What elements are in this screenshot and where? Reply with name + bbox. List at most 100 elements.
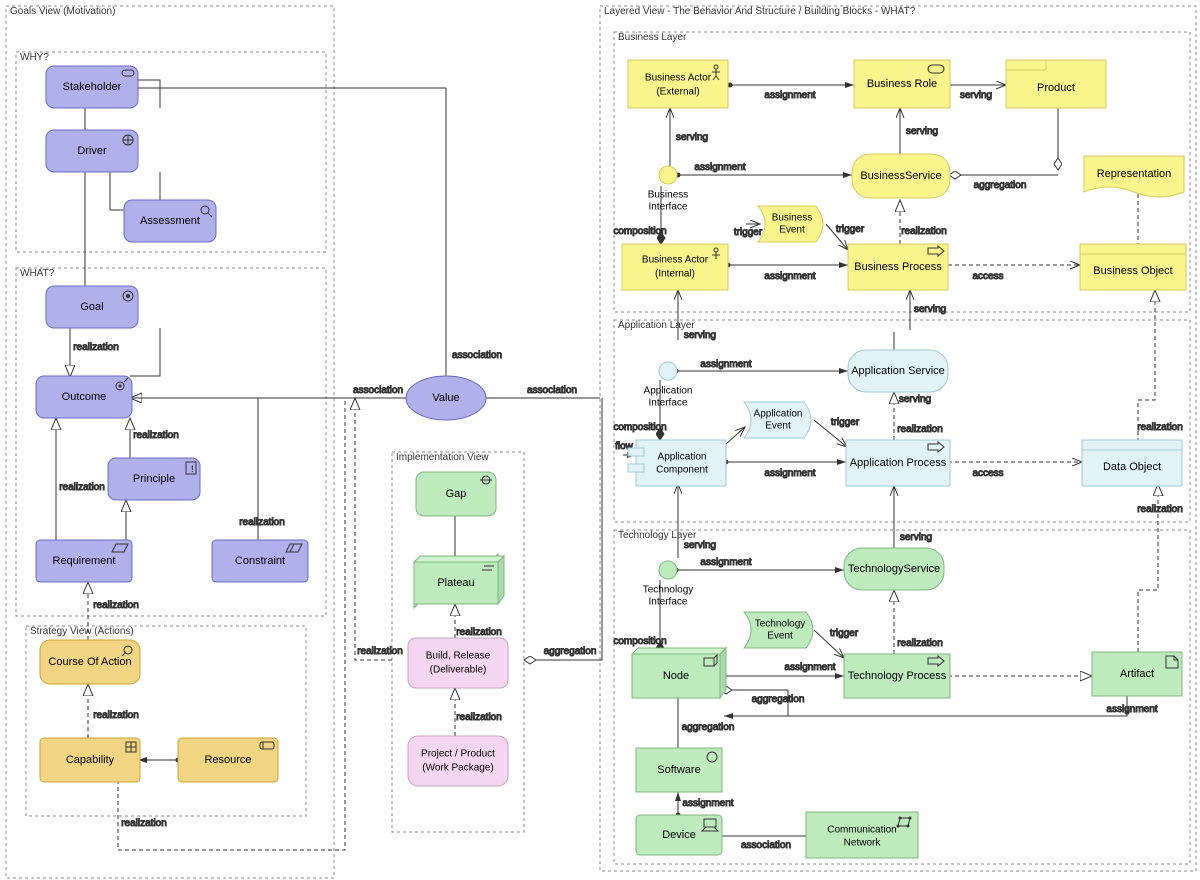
course-of-action[interactable]: Course Of Action [40, 640, 140, 684]
work-package[interactable]: Project / Product(Work Package) [408, 736, 508, 786]
edge-label: assignment [700, 557, 751, 568]
outcome[interactable]: Outcome [36, 376, 132, 418]
device[interactable]: Device [636, 815, 722, 855]
what-title: WHAT? [20, 268, 55, 279]
node-label: Event [767, 631, 793, 642]
node-label: (External) [656, 87, 699, 98]
business-service[interactable]: BusinessService [852, 154, 950, 198]
node-label: (Internal) [655, 269, 695, 280]
edge-label: serving [900, 532, 932, 543]
application-interface[interactable]: ApplicationInterface [644, 362, 693, 409]
requirement[interactable]: Requirement [36, 540, 132, 582]
plateau[interactable]: Plateau [414, 554, 504, 608]
node-label: Business Process [854, 261, 942, 273]
node-label: Capability [66, 754, 115, 766]
edge-label: assignment [700, 359, 751, 370]
technology-interface[interactable]: TechnologyInterface [643, 561, 694, 608]
node-label: Stakeholder [63, 81, 122, 93]
node-label: Device [662, 829, 696, 841]
goals-view-title: Goals View (Motivation) [10, 6, 115, 17]
edge-label: realization [897, 638, 943, 649]
business-event[interactable]: BusinessEvent [758, 206, 823, 242]
representation[interactable]: Representation [1084, 156, 1184, 197]
value[interactable]: Value [406, 376, 486, 420]
edge-label: realization [897, 424, 943, 435]
node-label: Plateau [437, 577, 474, 589]
edge-label: composition [613, 422, 666, 433]
business-object[interactable]: Business Object [1080, 244, 1186, 290]
node-label: Interface [649, 597, 688, 608]
node-label: Application Service [851, 365, 945, 377]
application-process[interactable]: Application Process [846, 440, 950, 486]
edge-label: assignment [764, 468, 815, 479]
technology-process[interactable]: Technology Process [844, 654, 950, 698]
edge-label: assignment [1106, 704, 1157, 715]
node-label: Driver [77, 145, 107, 157]
edge-label: access [972, 468, 1003, 479]
node-label: Business Role [867, 78, 937, 90]
node-label: (Deliverable) [430, 665, 487, 676]
svg-text:!: ! [191, 464, 194, 474]
node-label: Project / Product [421, 749, 495, 760]
edge-label: association [741, 840, 791, 851]
biz-layer-title: Business Layer [618, 32, 687, 43]
node-label: TechnologyService [848, 563, 940, 575]
goal[interactable]: Goal [46, 286, 138, 328]
edge-label: association [353, 385, 403, 396]
node-label: Event [765, 421, 791, 432]
business-actor-external[interactable]: Business Actor(External) [628, 60, 728, 108]
edge-label: trigger [734, 227, 763, 238]
edge-label: realization [456, 712, 502, 723]
application-service[interactable]: Application Service [848, 350, 948, 392]
edge-label: realization [901, 226, 947, 237]
capability[interactable]: Capability [40, 738, 140, 782]
application-event[interactable]: ApplicationEvent [744, 402, 811, 438]
archimate-diagram: Goals View (Motivation) WHY? WHAT? Strat… [0, 0, 1200, 880]
technology-event[interactable]: TechnologyEvent [744, 612, 813, 648]
edge-label: access [972, 271, 1003, 282]
business-role[interactable]: Business Role [854, 60, 950, 108]
node-label: Interface [649, 398, 688, 409]
application-component[interactable]: ApplicationComponent [628, 440, 726, 486]
node-label: Business [648, 190, 689, 201]
data-object[interactable]: Data Object [1082, 440, 1182, 486]
software[interactable]: Software [636, 748, 722, 792]
communication-network[interactable]: CommunicationNetwork [806, 812, 918, 858]
technology-service[interactable]: TechnologyService [844, 548, 944, 590]
edge-label: trigger [831, 417, 860, 428]
node[interactable]: Node [632, 648, 726, 698]
node-label: Constraint [235, 555, 285, 567]
edge-label: realization [1137, 504, 1183, 515]
node-label: Component [656, 465, 708, 476]
deliverable[interactable]: Build, Release(Deliverable) [408, 638, 508, 688]
constraint[interactable]: Constraint [212, 540, 308, 582]
edge-label: realization [239, 517, 285, 528]
principle[interactable]: Principle! [108, 458, 200, 500]
edge-label: serving [960, 90, 992, 101]
edge-label: composition [613, 636, 666, 647]
node-label: Technology [643, 585, 694, 596]
edge-label: realization [121, 818, 167, 829]
assessment[interactable]: Assessment [124, 200, 216, 242]
node-label: Technology [755, 619, 806, 630]
node-label: Outcome [62, 391, 107, 403]
edge-label: realization [59, 482, 105, 493]
node-label: Business Actor [642, 255, 709, 266]
gap[interactable]: Gap [416, 472, 496, 516]
business-interface[interactable]: BusinessInterface [648, 166, 689, 213]
strategy-title: Strategy View (Actions) [30, 626, 134, 637]
resource[interactable]: Resource [178, 738, 278, 782]
edge-label: realization [93, 600, 139, 611]
product[interactable]: Product [1006, 60, 1106, 108]
node-label: Product [1037, 82, 1075, 94]
business-process[interactable]: Business Process [848, 244, 948, 290]
artifact[interactable]: Artifact [1092, 652, 1182, 696]
stakeholder[interactable]: Stakeholder [46, 66, 138, 108]
why-title: WHY? [20, 52, 49, 63]
edge-label: realization [133, 430, 179, 441]
node-label: Goal [80, 301, 103, 313]
driver[interactable]: Driver [46, 130, 138, 172]
node-label: Application Process [850, 457, 947, 469]
business-actor-internal[interactable]: Business Actor (Internal) [622, 244, 728, 290]
node-label: Gap [446, 488, 467, 500]
